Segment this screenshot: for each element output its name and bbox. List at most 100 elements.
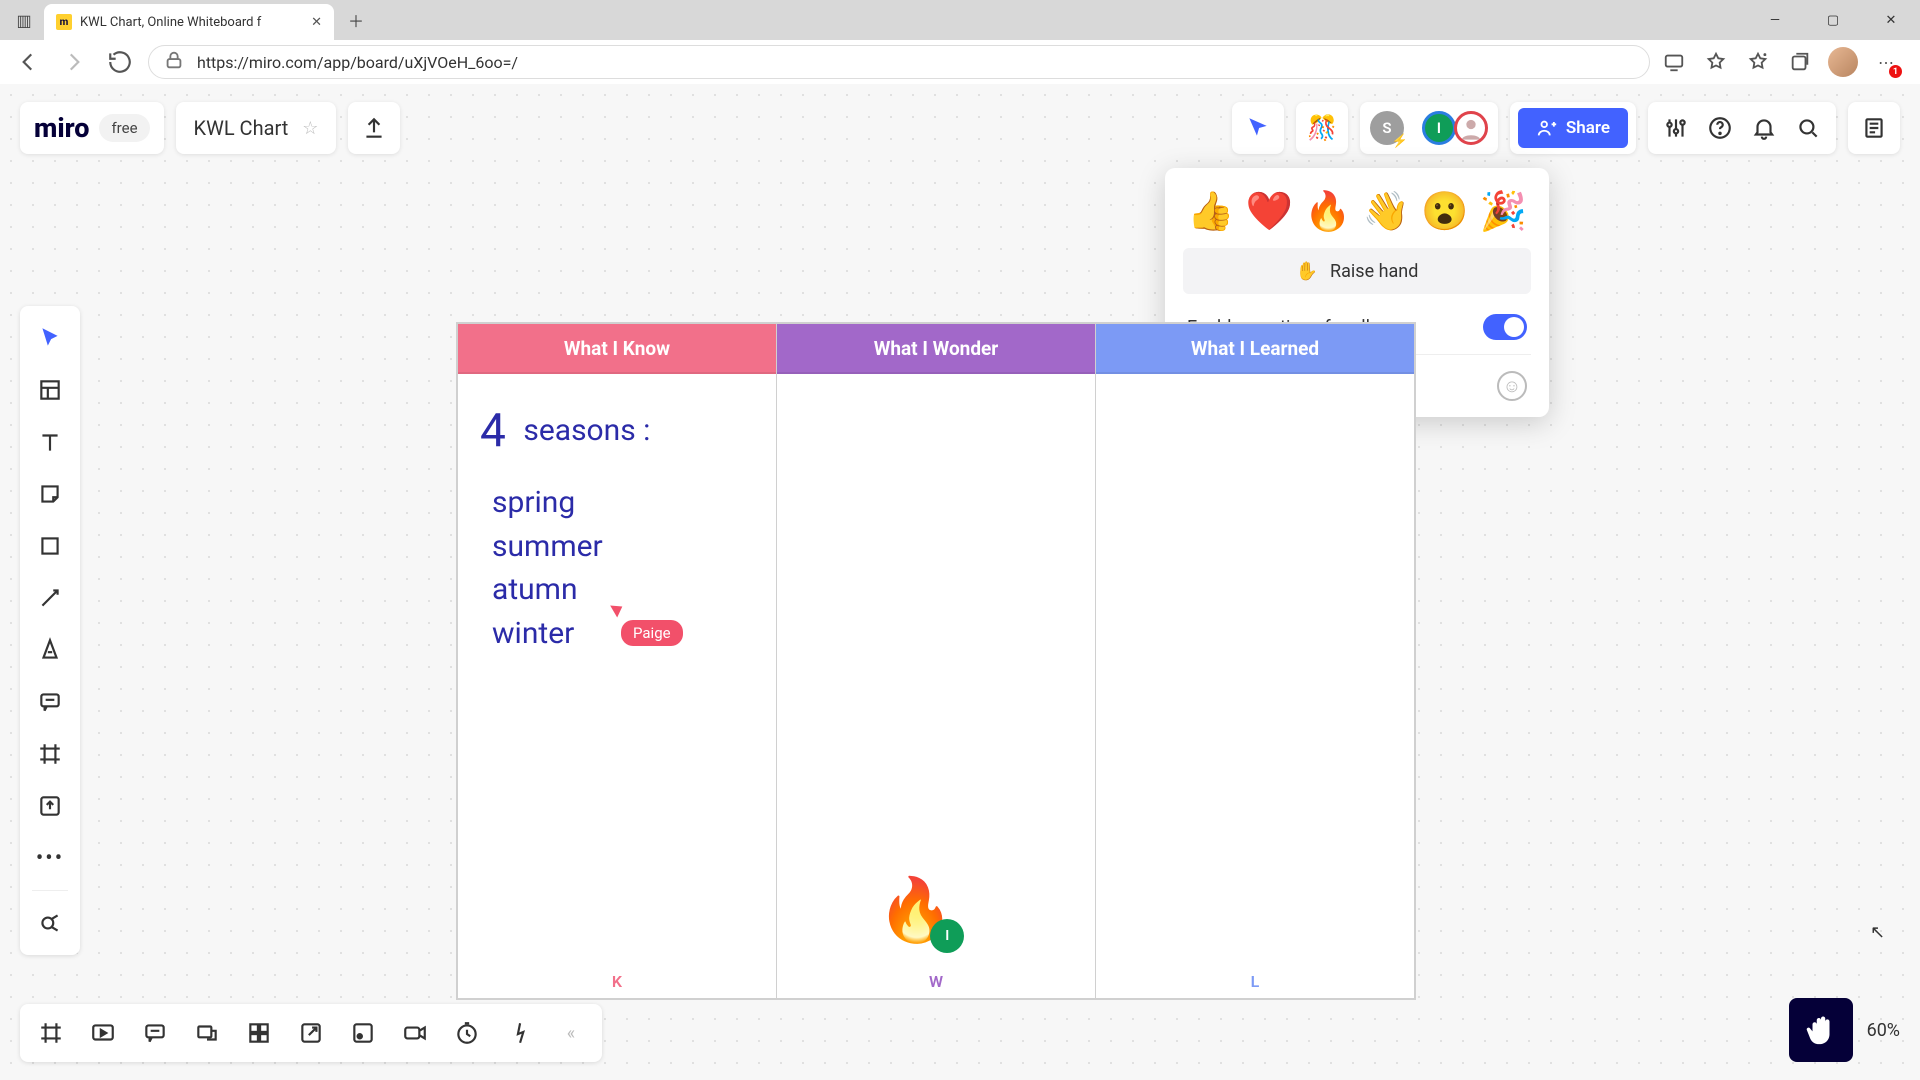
kwl-chart[interactable]: What I Know 4 seasons : spring summer at… <box>456 322 1416 1000</box>
reaction-thumbsup[interactable]: 👍 <box>1187 190 1234 234</box>
export-button[interactable] <box>348 102 400 154</box>
kwl-footer-k: K <box>458 964 776 998</box>
search-icon[interactable] <box>1788 108 1828 148</box>
reaction-heart[interactable]: ❤️ <box>1246 190 1293 234</box>
bt-note-icon[interactable] <box>346 1016 380 1050</box>
url-text: https://miro.com/app/board/uXjVOeH_6oo=/ <box>197 53 518 72</box>
profile-avatar[interactable] <box>1828 47 1858 77</box>
back-button[interactable] <box>10 44 46 80</box>
plan-pill: free <box>99 114 149 142</box>
forward-button[interactable] <box>56 44 92 80</box>
bt-export-icon[interactable] <box>294 1016 328 1050</box>
zoom-level[interactable]: 60% <box>1867 1020 1900 1041</box>
tool-pen[interactable] <box>26 626 74 674</box>
tool-shape[interactable] <box>26 522 74 570</box>
tool-text[interactable] <box>26 418 74 466</box>
kwl-header-w: What I Wonder <box>777 324 1095 374</box>
raise-hand-button[interactable]: ✋ Raise hand <box>1183 248 1531 294</box>
miro-canvas[interactable]: miro free KWL Chart ☆ 🎊 S I <box>0 84 1920 1080</box>
new-tab-button[interactable]: ＋ <box>340 4 372 36</box>
kwl-col-k[interactable]: What I Know 4 seasons : spring summer at… <box>458 324 777 998</box>
tool-sticky[interactable] <box>26 470 74 518</box>
kwl-footer-w: W <box>777 964 1095 998</box>
tab-title: KWL Chart, Online Whiteboard f <box>80 15 261 30</box>
activity-panel-button[interactable] <box>1848 102 1900 154</box>
avatar-i[interactable]: I <box>1422 111 1456 145</box>
reaction-emoji-row: 👍 ❤️ 🔥 👋 😮 🎉 <box>1183 184 1531 248</box>
feedback-icon: ☺ <box>1497 371 1527 401</box>
star-add-icon[interactable] <box>1702 48 1730 76</box>
settings-icon[interactable] <box>1656 108 1696 148</box>
tool-upload[interactable] <box>26 782 74 830</box>
tool-line[interactable] <box>26 574 74 622</box>
left-toolbar: ••• <box>20 306 80 955</box>
avatar-photo[interactable] <box>1454 111 1488 145</box>
avatar-s[interactable]: S <box>1370 111 1404 145</box>
app-topbar: miro free KWL Chart ☆ 🎊 S I <box>20 102 1900 154</box>
bt-comments-icon[interactable] <box>138 1016 172 1050</box>
collaborator-cursor-paige: Paige <box>613 602 683 646</box>
share-button[interactable]: Share <box>1518 108 1628 148</box>
tool-comment[interactable] <box>26 678 74 726</box>
browser-tab[interactable]: m KWL Chart, Online Whiteboard f ✕ <box>44 4 334 40</box>
reload-button[interactable] <box>102 44 138 80</box>
menu-icon[interactable]: ⋯1 <box>1872 48 1900 76</box>
hand-icon: ✋ <box>1296 261 1318 282</box>
reaction-fire[interactable]: 🔥 <box>1304 190 1351 234</box>
kwl-body-k[interactable]: 4 seasons : spring summer atumn winter P… <box>458 374 776 964</box>
star-icon[interactable]: ☆ <box>302 118 318 139</box>
bt-frames-icon[interactable] <box>34 1016 68 1050</box>
bt-video-icon[interactable] <box>398 1016 432 1050</box>
tool-templates[interactable] <box>26 366 74 414</box>
bt-cards-icon[interactable] <box>242 1016 276 1050</box>
kwl-body-w[interactable]: 🔥 I <box>777 374 1095 964</box>
reactions-button[interactable]: 🎊 <box>1296 102 1348 154</box>
minimize-button[interactable]: — <box>1746 0 1804 40</box>
board-title: KWL Chart <box>194 116 289 140</box>
favorites-icon[interactable] <box>1744 48 1772 76</box>
browser-chrome: ▥ m KWL Chart, Online Whiteboard f ✕ ＋ —… <box>0 0 1920 84</box>
lock-icon <box>163 49 185 75</box>
kwl-footer-l: L <box>1096 964 1414 998</box>
bt-voting-icon[interactable] <box>502 1016 536 1050</box>
reaction-wow[interactable]: 😮 <box>1421 190 1468 234</box>
hand-tool-button[interactable] <box>1789 998 1853 1062</box>
kwl-col-l[interactable]: What I Learned L <box>1096 324 1414 998</box>
desktop-icon[interactable] <box>1660 48 1688 76</box>
enable-reactions-toggle[interactable] <box>1483 314 1527 340</box>
mouse-cursor-icon: ↖ <box>1870 922 1885 943</box>
maximize-button[interactable]: ▢ <box>1804 0 1862 40</box>
floating-reaction-fire: 🔥 I <box>877 874 954 947</box>
cursor-pointer-icon <box>610 600 626 617</box>
kwl-col-w[interactable]: What I Wonder 🔥 I W <box>777 324 1096 998</box>
handwriting-title: seasons : <box>523 413 650 448</box>
tool-apps[interactable] <box>26 899 74 947</box>
collaborator-avatars[interactable]: S I <box>1360 102 1498 154</box>
close-window-button[interactable]: ✕ <box>1862 0 1920 40</box>
tool-frame[interactable] <box>26 730 74 778</box>
collections-icon[interactable] <box>1786 48 1814 76</box>
bt-screenshare-icon[interactable] <box>190 1016 224 1050</box>
kwl-header-k: What I Know <box>458 324 776 374</box>
bt-present-icon[interactable] <box>86 1016 120 1050</box>
kwl-header-l: What I Learned <box>1096 324 1414 374</box>
tool-select[interactable] <box>26 314 74 362</box>
help-icon[interactable] <box>1700 108 1740 148</box>
tool-more[interactable]: ••• <box>26 834 74 882</box>
bt-collapse-icon[interactable]: « <box>554 1016 588 1050</box>
address-bar: https://miro.com/app/board/uXjVOeH_6oo=/… <box>0 40 1920 84</box>
tab-actions-icon[interactable]: ▥ <box>10 6 38 34</box>
reaction-party[interactable]: 🎉 <box>1480 190 1527 234</box>
bell-icon[interactable] <box>1744 108 1784 148</box>
follow-cursor-button[interactable] <box>1232 102 1284 154</box>
close-tab-icon[interactable]: ✕ <box>311 15 322 30</box>
kwl-body-l[interactable] <box>1096 374 1414 964</box>
board-title-card[interactable]: KWL Chart ☆ <box>176 102 337 154</box>
notification-badge: 1 <box>1889 65 1902 78</box>
reaction-wave[interactable]: 👋 <box>1363 190 1410 234</box>
favicon-icon: m <box>56 14 72 30</box>
confetti-icon: 🎊 <box>1307 114 1337 142</box>
logo-card[interactable]: miro free <box>20 102 164 154</box>
url-field[interactable]: https://miro.com/app/board/uXjVOeH_6oo=/ <box>148 45 1650 79</box>
bt-timer-icon[interactable] <box>450 1016 484 1050</box>
